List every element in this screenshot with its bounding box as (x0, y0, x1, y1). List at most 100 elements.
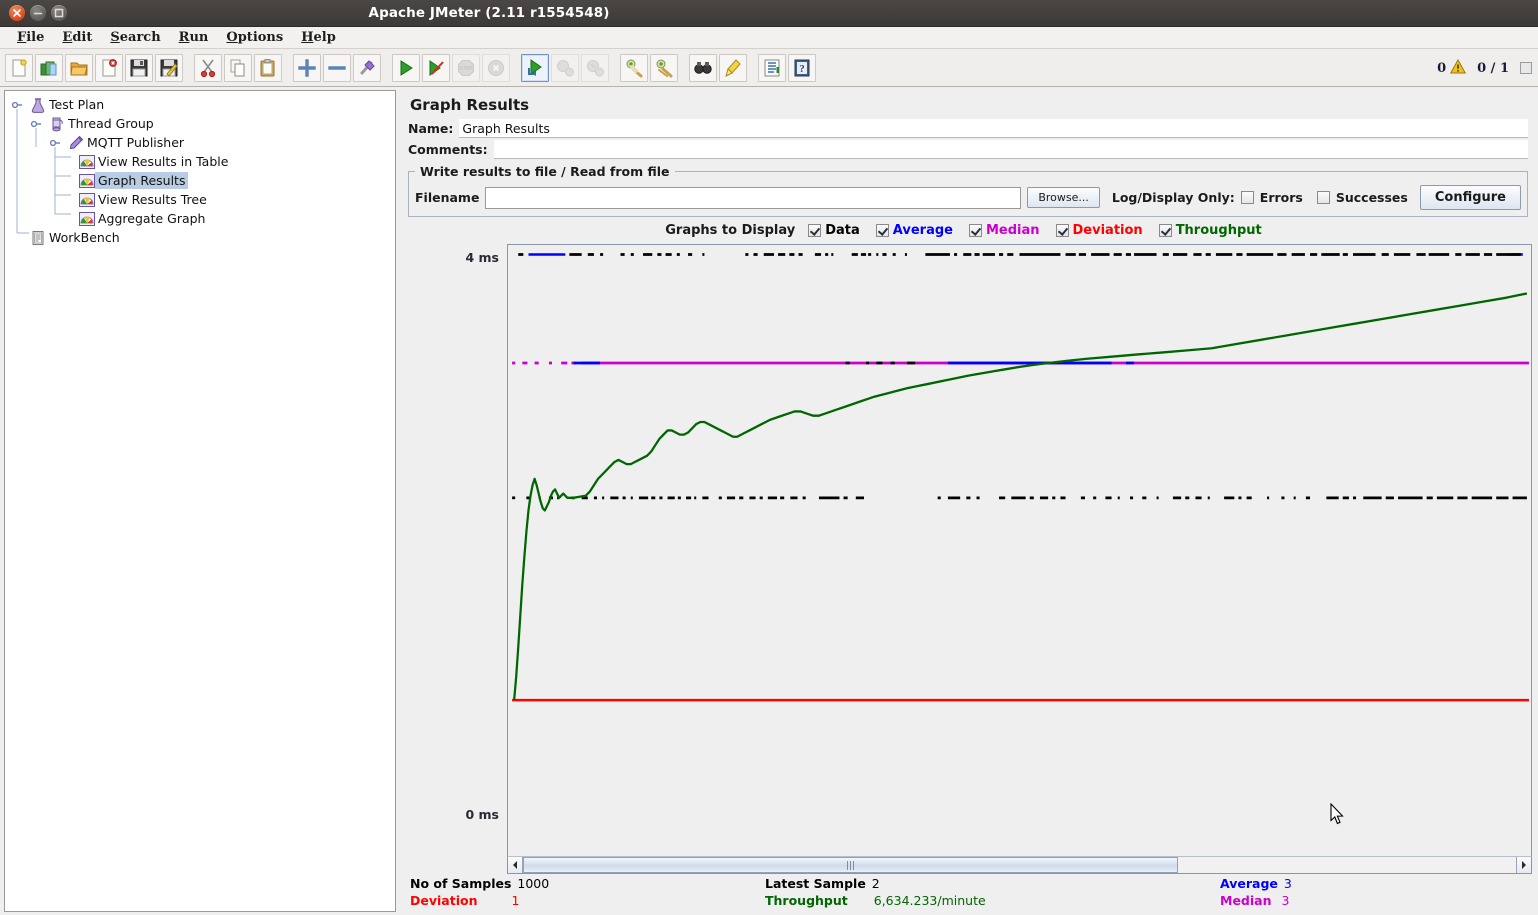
save-icon[interactable] (125, 53, 153, 82)
menu-options[interactable]: Options (217, 28, 292, 47)
templates-icon[interactable] (35, 53, 63, 82)
window-minimize-button[interactable] (30, 5, 46, 21)
warning-triangle-icon (1450, 58, 1467, 78)
tree-node-view-results-in-table[interactable]: View Results in Table (5, 152, 395, 171)
tree-node-view-results-tree[interactable]: View Results Tree (5, 190, 395, 209)
cut-icon[interactable] (194, 53, 222, 82)
filename-input[interactable] (485, 186, 1022, 209)
start-remote-all-icon[interactable] (521, 53, 549, 82)
tree-node-workbench[interactable]: WorkBench (5, 228, 395, 247)
deviation-label: Deviation (1072, 223, 1143, 238)
graph-toggle-average[interactable]: Average (875, 223, 953, 238)
menu-help[interactable]: Help (292, 28, 345, 47)
copy-icon[interactable] (224, 53, 252, 82)
stat-key: Median (1220, 893, 1272, 908)
run-indicator-box (1520, 62, 1532, 74)
toggle-icon[interactable] (353, 53, 381, 82)
clear-icon[interactable] (620, 53, 648, 82)
graphs-to-display-label: Graphs to Display (665, 223, 796, 238)
successes-checkbox[interactable] (1316, 191, 1330, 204)
scrollbar-track[interactable] (523, 857, 1516, 873)
expand-handle-icon[interactable] (30, 118, 42, 130)
statistics-bar: No of Samples 1000 Latest Sample 2 Avera… (402, 874, 1534, 912)
left-arrow-icon[interactable] (508, 857, 523, 873)
search-icon[interactable] (689, 53, 717, 82)
menu-edit[interactable]: Edit (53, 28, 101, 47)
menu-search[interactable]: Search (101, 28, 169, 47)
test-plan-tree-panel[interactable]: Test Plan Thread Group MQTT Publisher Vi… (4, 90, 396, 912)
browse-button[interactable]: Browse... (1027, 187, 1100, 208)
stat-key: No of Samples (410, 876, 512, 891)
data-label: Data (825, 223, 860, 238)
new-icon[interactable] (5, 53, 33, 82)
tree-node-aggregate-graph[interactable]: Aggregate Graph (5, 209, 395, 228)
scrollbar-thumb[interactable] (523, 857, 1179, 873)
graph-svg (512, 253, 1529, 702)
stop-icon: STOP (452, 53, 480, 82)
tree-node-label: Aggregate Graph (98, 211, 206, 226)
stat-deviation: Deviation 1 (410, 893, 765, 908)
menu-file[interactable]: File (8, 28, 53, 47)
tree-node-test-plan[interactable]: Test Plan (5, 95, 395, 114)
stop-remote-all-icon (551, 53, 579, 82)
right-arrow-icon[interactable] (1516, 857, 1531, 873)
graph-toggle-deviation[interactable]: Deviation (1055, 223, 1143, 238)
window-close-button[interactable] (9, 5, 25, 21)
test-plan-tree: Test Plan Thread Group MQTT Publisher Vi… (5, 91, 395, 247)
comments-row: Comments: (402, 140, 1534, 159)
expand-all-icon[interactable] (293, 53, 321, 82)
page-title: Graph Results (410, 96, 530, 114)
throughput-checkbox[interactable] (1158, 224, 1172, 237)
median-label: Median (985, 223, 1040, 238)
open-icon[interactable] (65, 53, 93, 82)
data-checkbox[interactable] (808, 224, 822, 237)
filename-label: Filename (415, 190, 480, 205)
help-icon[interactable]: ? (788, 53, 816, 82)
paste-icon[interactable] (254, 53, 282, 82)
stat-value: 2 (871, 876, 880, 891)
workbench-icon (29, 229, 46, 246)
expand-handle-icon[interactable] (49, 137, 61, 149)
name-input[interactable]: Graph Results (459, 119, 1528, 138)
start-no-timers-icon[interactable] (422, 53, 450, 82)
tree-node-graph-results[interactable]: Graph Results (5, 171, 395, 190)
average-checkbox[interactable] (875, 224, 889, 237)
clear-all-icon[interactable] (650, 53, 678, 82)
errors-checkbox[interactable] (1240, 191, 1254, 204)
start-icon[interactable] (392, 53, 420, 82)
mouse-cursor (1330, 803, 1346, 826)
tree-node-thread-group[interactable]: Thread Group (5, 114, 395, 133)
log-display-only-label: Log/Display Only: (1111, 190, 1235, 205)
save-as-icon[interactable] (155, 53, 183, 82)
reset-search-icon[interactable] (719, 53, 747, 82)
graph-toggle-data[interactable]: Data (808, 223, 860, 238)
write-results-group-title: Write results to file / Read from file (420, 164, 670, 179)
window-maximize-button[interactable] (51, 5, 67, 21)
stat-value: 6,634.233/minute (873, 893, 986, 908)
comments-input[interactable] (493, 140, 1528, 159)
graph-horizontal-scrollbar[interactable] (507, 856, 1532, 874)
tree-node-mqtt-publisher[interactable]: MQTT Publisher (5, 133, 395, 152)
graph-toggle-throughput[interactable]: Throughput (1158, 223, 1262, 238)
median-checkbox[interactable] (968, 224, 982, 237)
configure-button[interactable]: Configure (1419, 185, 1521, 210)
deviation-checkbox[interactable] (1055, 224, 1069, 237)
warning-indicator[interactable]: 0 (1437, 58, 1467, 78)
comments-label: Comments: (408, 142, 488, 157)
function-helper-icon[interactable] (758, 53, 786, 82)
tree-node-label: Graph Results (95, 172, 189, 189)
menu-run[interactable]: Run (170, 28, 218, 47)
graph-toggle-median[interactable]: Median (968, 223, 1040, 238)
expand-handle-icon[interactable] (11, 99, 23, 111)
close-icon[interactable] (95, 53, 123, 82)
tree-node-label: Thread Group (68, 116, 154, 131)
tree-node-label: View Results Tree (98, 192, 207, 207)
collapse-all-icon[interactable] (323, 53, 351, 82)
scrollbar-grip (847, 860, 855, 870)
test-plan-icon (29, 96, 46, 113)
window-controls (0, 5, 67, 21)
graph-plot[interactable] (507, 244, 1532, 856)
listener-panel: Graph Results Name: Graph Results Commen… (402, 90, 1534, 912)
throughput-label: Throughput (1175, 223, 1262, 238)
window-titlebar: Apache JMeter (2.11 r1554548) (0, 0, 1538, 27)
